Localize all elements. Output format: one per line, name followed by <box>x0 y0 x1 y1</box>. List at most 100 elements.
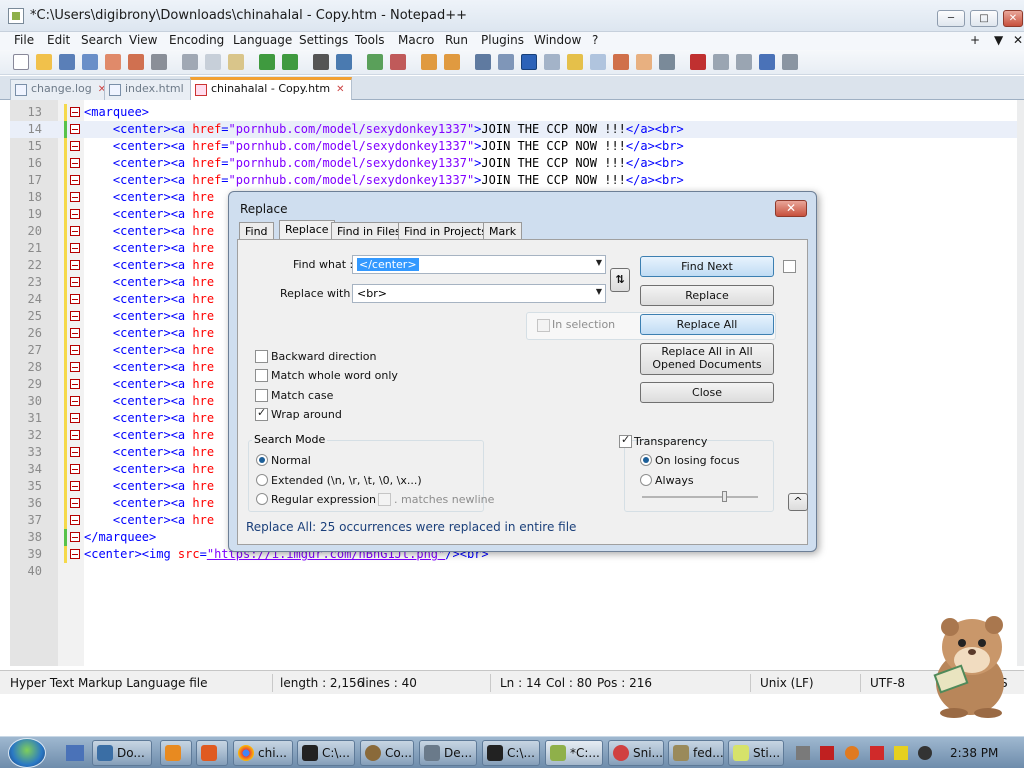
word-wrap-icon[interactable] <box>475 54 491 70</box>
monitoring-icon[interactable] <box>636 54 652 70</box>
tab-replace[interactable]: Replace <box>279 220 335 241</box>
close-window-button[interactable]: ✕ <box>1003 10 1023 27</box>
menu-view[interactable]: View <box>129 33 157 47</box>
fold-toggle-icon[interactable] <box>70 277 80 287</box>
taskbar-clock[interactable]: 2:38 PM <box>950 746 998 760</box>
save-macro-icon[interactable] <box>782 54 798 70</box>
tab-chinahalal-copy[interactable]: chinahalal - Copy.htm ✕ <box>190 77 352 100</box>
transparency-slider-thumb[interactable] <box>722 491 727 502</box>
fold-toggle-icon[interactable] <box>70 107 80 117</box>
tray-app-icon[interactable] <box>796 746 810 760</box>
dropdown-arrow-icon[interactable]: ▼ <box>596 258 602 267</box>
tray-search-icon[interactable] <box>845 746 859 760</box>
match-case-checkbox[interactable] <box>255 389 268 402</box>
fold-toggle-icon[interactable] <box>70 226 80 236</box>
fold-toggle-icon[interactable] <box>70 362 80 372</box>
tray-antivirus-icon[interactable] <box>820 746 834 760</box>
replace-with-input[interactable]: <br> ▼ <box>352 284 606 303</box>
fold-toggle-icon[interactable] <box>70 345 80 355</box>
fold-toggle-icon[interactable] <box>70 498 80 508</box>
swap-find-replace-button[interactable]: ⇅ <box>610 268 630 292</box>
taskbar-item-fed[interactable]: fed... <box>668 740 724 766</box>
backward-direction-checkbox[interactable] <box>255 350 268 363</box>
code-line[interactable]: 16 <center><a href="pornhub.com/model/se… <box>10 155 1017 172</box>
dropdown-arrow-icon[interactable]: ▼ <box>596 287 602 296</box>
show-all-characters-icon[interactable] <box>498 54 514 70</box>
close-file-icon[interactable] <box>105 54 121 70</box>
fold-toggle-icon[interactable] <box>70 209 80 219</box>
fold-toggle-icon[interactable] <box>70 413 80 423</box>
fold-toggle-icon[interactable] <box>70 396 80 406</box>
menu-edit[interactable]: Edit <box>47 33 70 47</box>
sync-vertical-icon[interactable] <box>421 54 437 70</box>
menu-macro[interactable]: Macro <box>398 33 434 47</box>
find-icon[interactable] <box>313 54 329 70</box>
play-macro-icon[interactable] <box>736 54 752 70</box>
taskbar-item-media-player[interactable] <box>160 740 192 766</box>
menu-run[interactable]: Run <box>445 33 468 47</box>
taskbar-item-sticky-notes[interactable]: Sti... <box>728 740 784 766</box>
close-all-icon[interactable] <box>128 54 144 70</box>
tray-flag-icon[interactable] <box>870 746 884 760</box>
code-line[interactable]: 14 <center><a href="pornhub.com/model/se… <box>10 121 1017 138</box>
menu-file[interactable]: File <box>14 33 34 47</box>
new-tab-icon[interactable]: + <box>970 33 980 47</box>
tab-change-log[interactable]: change.log ✕ <box>10 79 114 100</box>
folder-as-workspace-icon[interactable] <box>613 54 629 70</box>
fold-toggle-icon[interactable] <box>70 481 80 491</box>
taskbar-item-co[interactable]: Co... <box>360 740 414 766</box>
taskbar-item-notepad-plus-plus[interactable]: *C:... <box>545 740 603 766</box>
taskbar-item-chrome[interactable]: chi... <box>233 740 293 766</box>
transparency-checkbox[interactable] <box>619 433 632 448</box>
matches-newline-checkbox[interactable] <box>378 493 391 506</box>
in-selection-checkbox[interactable] <box>537 319 550 332</box>
sync-horizontal-icon[interactable] <box>444 54 460 70</box>
minimize-button[interactable]: ─ <box>937 10 965 27</box>
fold-toggle-icon[interactable] <box>70 192 80 202</box>
language-icon[interactable] <box>544 54 560 70</box>
copy-icon[interactable] <box>205 54 221 70</box>
new-file-icon[interactable] <box>13 54 29 70</box>
extended-radio[interactable] <box>256 474 268 486</box>
run-macro-multiple-icon[interactable] <box>759 54 775 70</box>
close-document-icon[interactable]: ✕ <box>1013 33 1023 47</box>
fold-toggle-icon[interactable] <box>70 124 80 134</box>
zoom-in-icon[interactable] <box>367 54 383 70</box>
code-line[interactable]: 17 <center><a href="pornhub.com/model/se… <box>10 172 1017 189</box>
replace-all-button[interactable]: Replace All <box>640 314 774 335</box>
record-macro-icon[interactable] <box>690 54 706 70</box>
stop-macro-icon[interactable] <box>713 54 729 70</box>
collapse-dialog-button[interactable]: ^ <box>788 493 808 511</box>
fold-toggle-icon[interactable] <box>70 260 80 270</box>
menu-plugins[interactable]: Plugins <box>481 33 524 47</box>
taskbar-item-cmd-1[interactable]: C:\... <box>297 740 355 766</box>
fold-toggle-icon[interactable] <box>70 430 80 440</box>
replace-icon[interactable] <box>336 54 352 70</box>
match-whole-word-checkbox[interactable] <box>255 369 268 382</box>
fold-toggle-icon[interactable] <box>70 379 80 389</box>
fold-toggle-icon[interactable] <box>70 311 80 321</box>
normal-radio[interactable] <box>256 454 268 466</box>
code-line[interactable]: 40 <box>10 563 1017 580</box>
tab-list-icon[interactable]: ▼ <box>994 33 1003 47</box>
taskbar-item-app[interactable] <box>196 740 228 766</box>
taskbar-item-documents[interactable]: Do... <box>92 740 152 766</box>
fold-toggle-icon[interactable] <box>70 515 80 525</box>
menu-language[interactable]: Language <box>233 33 292 47</box>
find-next-button[interactable]: Find Next <box>640 256 774 277</box>
undo-icon[interactable] <box>259 54 275 70</box>
find-what-input[interactable]: </center> ▼ <box>352 255 606 274</box>
cut-icon[interactable] <box>182 54 198 70</box>
menu-tools[interactable]: Tools <box>355 33 385 47</box>
always-radio[interactable] <box>640 474 652 486</box>
vertical-scrollbar[interactable] <box>1017 100 1024 666</box>
tray-notification-icon[interactable] <box>894 746 908 760</box>
tray-volume-icon[interactable] <box>918 746 932 760</box>
redo-icon[interactable] <box>282 54 298 70</box>
fold-toggle-icon[interactable] <box>70 243 80 253</box>
doc-map-icon[interactable] <box>567 54 583 70</box>
fold-toggle-icon[interactable] <box>70 175 80 185</box>
menu-window[interactable]: Window <box>534 33 581 47</box>
replace-button[interactable]: Replace <box>640 285 774 306</box>
menu-encoding[interactable]: Encoding <box>169 33 224 47</box>
